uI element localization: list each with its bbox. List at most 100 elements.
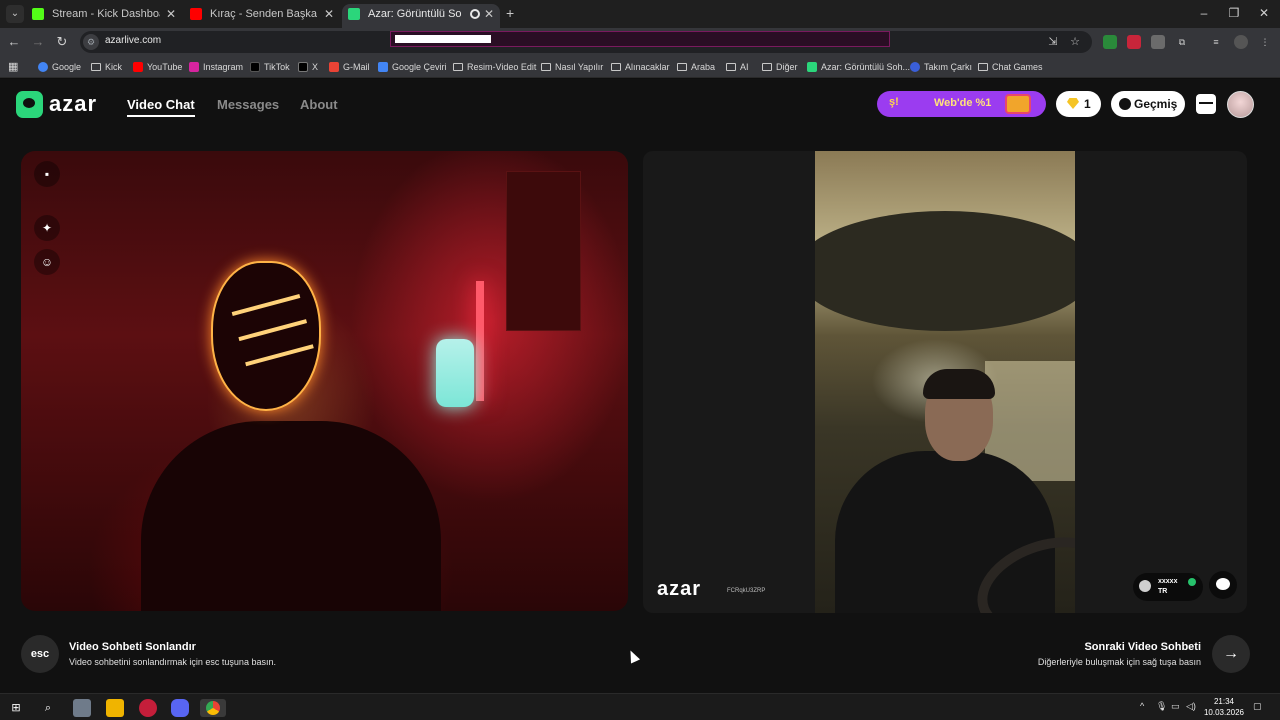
folder-icon — [677, 63, 687, 71]
restore-icon[interactable]: ❐ — [1227, 6, 1241, 20]
chat-bubble-icon — [1216, 578, 1230, 590]
install-app-icon[interactable]: ⇲ — [1046, 35, 1060, 49]
new-tab-button[interactable]: + — [506, 5, 520, 21]
azar-icon — [807, 62, 817, 72]
youtube-icon — [190, 8, 202, 20]
bookmark-item[interactable]: Chat Games — [978, 60, 1043, 74]
bookmark-item[interactable]: Diğer — [762, 60, 798, 74]
minimize-icon[interactable]: – — [1197, 6, 1211, 20]
session-code: FCRqkU3ZRP — [727, 588, 766, 594]
folder-icon — [726, 63, 736, 71]
chat-button[interactable] — [1209, 571, 1237, 599]
history-button[interactable]: Geçmiş — [1111, 91, 1185, 117]
recording-icon — [470, 9, 480, 19]
forward-arrow-icon[interactable]: → — [30, 34, 46, 50]
obs-icon[interactable] — [139, 699, 157, 717]
gem-balance-button[interactable]: 1 — [1056, 91, 1101, 117]
bookmark-item[interactable]: Instagram — [189, 60, 243, 74]
profile-icon[interactable] — [1234, 35, 1248, 49]
nav-messages[interactable]: Messages — [217, 97, 279, 112]
tab-search-icon[interactable]: ⌄ — [6, 5, 24, 23]
bookmark-item[interactable]: Araba — [677, 60, 715, 74]
tab-kick-dashboard[interactable]: Stream - Kick Dashboard ✕ — [26, 4, 182, 28]
chrome-icon[interactable] — [200, 699, 226, 717]
bookmark-item[interactable]: AI — [726, 60, 749, 74]
close-icon[interactable]: ✕ — [484, 4, 494, 24]
bookmarks-bar: ▦ Google Kick YouTube Instagram TikTok X… — [0, 56, 1280, 78]
remote-person-hair — [923, 369, 995, 399]
menu-dots-icon[interactable]: ⋮ — [1258, 35, 1272, 49]
bookmark-item[interactable]: Google — [38, 60, 81, 74]
bookmark-item[interactable]: Kick — [91, 60, 122, 74]
window-close-icon[interactable]: ✕ — [1257, 6, 1271, 20]
network-icon[interactable]: ▭ — [1171, 701, 1180, 712]
folder-icon — [611, 63, 621, 71]
end-chat-button[interactable]: esc — [21, 635, 59, 673]
site-info-icon[interactable]: ⚙ — [83, 34, 99, 50]
nav-about[interactable]: About — [300, 97, 338, 112]
nav-video-chat[interactable]: Video Chat — [127, 97, 195, 117]
discord-icon[interactable] — [171, 699, 189, 717]
folder-icon — [91, 63, 101, 71]
bookmark-item[interactable]: Resim-Video Edit — [453, 60, 536, 74]
bookmark-item[interactable]: G-Mail — [329, 60, 370, 74]
treasure-chest-icon — [1005, 94, 1031, 114]
peer-info-card[interactable]: xxxxx TR — [1133, 573, 1203, 601]
azar-page: azar Video Chat Messages About ş! Web'de… — [0, 79, 1280, 693]
next-chat-title: Sonraki Video Sohbeti — [1084, 641, 1201, 653]
inbox-box-icon[interactable] — [1196, 94, 1216, 114]
extension-icon[interactable] — [1127, 35, 1141, 49]
bookmark-item[interactable]: Google Çeviri — [378, 60, 447, 74]
peer-country: TR — [1158, 588, 1168, 595]
shield-extension-icon[interactable] — [1103, 35, 1117, 49]
folder-icon — [453, 63, 463, 71]
back-arrow-icon[interactable]: ← — [6, 34, 22, 50]
bookmark-item[interactable]: Azar: Görüntülü Soh... — [807, 60, 910, 74]
remote-video: azar FCRqkU3ZRP xxxxx TR — [643, 151, 1247, 613]
file-manager-icon[interactable] — [73, 699, 91, 717]
bookmark-item[interactable]: X — [298, 60, 318, 74]
url-text[interactable]: azarlive.com — [105, 35, 161, 46]
bookmark-item[interactable]: Alınacaklar — [611, 60, 670, 74]
tray-chevron-icon[interactable]: ^ — [1140, 701, 1144, 711]
microphone-icon[interactable]: 🎙 — [1156, 701, 1167, 712]
media-controls-icon[interactable]: ≡ — [1209, 35, 1223, 49]
folder-icon — [541, 63, 551, 71]
taskbar-clock-date[interactable]: 10.03.2026 — [1203, 708, 1245, 717]
history-label: Geçmiş — [1134, 97, 1178, 111]
clock-icon — [1119, 98, 1131, 110]
avatar[interactable] — [1227, 91, 1254, 118]
sticker-face-icon[interactable]: ☺ — [34, 249, 60, 275]
bookmark-item[interactable]: Takım Çarkı — [910, 60, 972, 74]
peer-name: xxxxx — [1158, 578, 1178, 585]
close-icon[interactable]: ✕ — [324, 4, 334, 24]
google-icon — [38, 62, 48, 72]
magic-wand-icon[interactable]: ✦ — [34, 215, 60, 241]
bookmark-star-icon[interactable]: ☆ — [1068, 35, 1082, 49]
vpn-extension-icon[interactable] — [1151, 35, 1165, 49]
volume-icon[interactable]: ◁) — [1186, 701, 1196, 712]
folder-icon[interactable] — [106, 699, 124, 717]
windows-start-icon[interactable]: ⊞ — [7, 699, 25, 717]
close-icon[interactable]: ✕ — [166, 4, 176, 24]
screen: ⌄ Stream - Kick Dashboard ✕ Kıraç - Send… — [0, 0, 1280, 720]
end-chat-description: Video sohbetini sonlandırmak için esc tu… — [69, 657, 276, 667]
promo-banner-button[interactable]: ş! Web'de %1 — [877, 91, 1046, 117]
camera-settings-icon[interactable]: ▪ — [34, 161, 60, 187]
search-icon[interactable]: ⌕ — [39, 699, 57, 717]
next-chat-button[interactable]: → — [1212, 635, 1250, 673]
tab-youtube[interactable]: Kıraç - Senden Başka (Official V ✕ — [184, 4, 340, 28]
puzzle-extensions-icon[interactable]: ⧉ — [1175, 35, 1189, 49]
bookmark-item[interactable]: Nasıl Yapılır — [541, 60, 603, 74]
taskbar-clock-time[interactable]: 21:34 — [1206, 697, 1242, 706]
gmail-icon — [329, 62, 339, 72]
bookmark-item[interactable]: TikTok — [250, 60, 290, 74]
azar-icon — [348, 8, 360, 20]
tab-azar[interactable]: Azar: Görüntülü Sohbet & V ✕ — [342, 4, 500, 28]
reload-icon[interactable]: ↻ — [54, 34, 70, 50]
folder-icon — [762, 63, 772, 71]
apps-grid-icon[interactable]: ▦ — [8, 60, 18, 74]
bookmark-item[interactable]: YouTube — [133, 60, 182, 74]
tab-title: Stream - Kick Dashboard — [52, 8, 160, 20]
notification-icon[interactable]: ▢ — [1253, 701, 1262, 712]
